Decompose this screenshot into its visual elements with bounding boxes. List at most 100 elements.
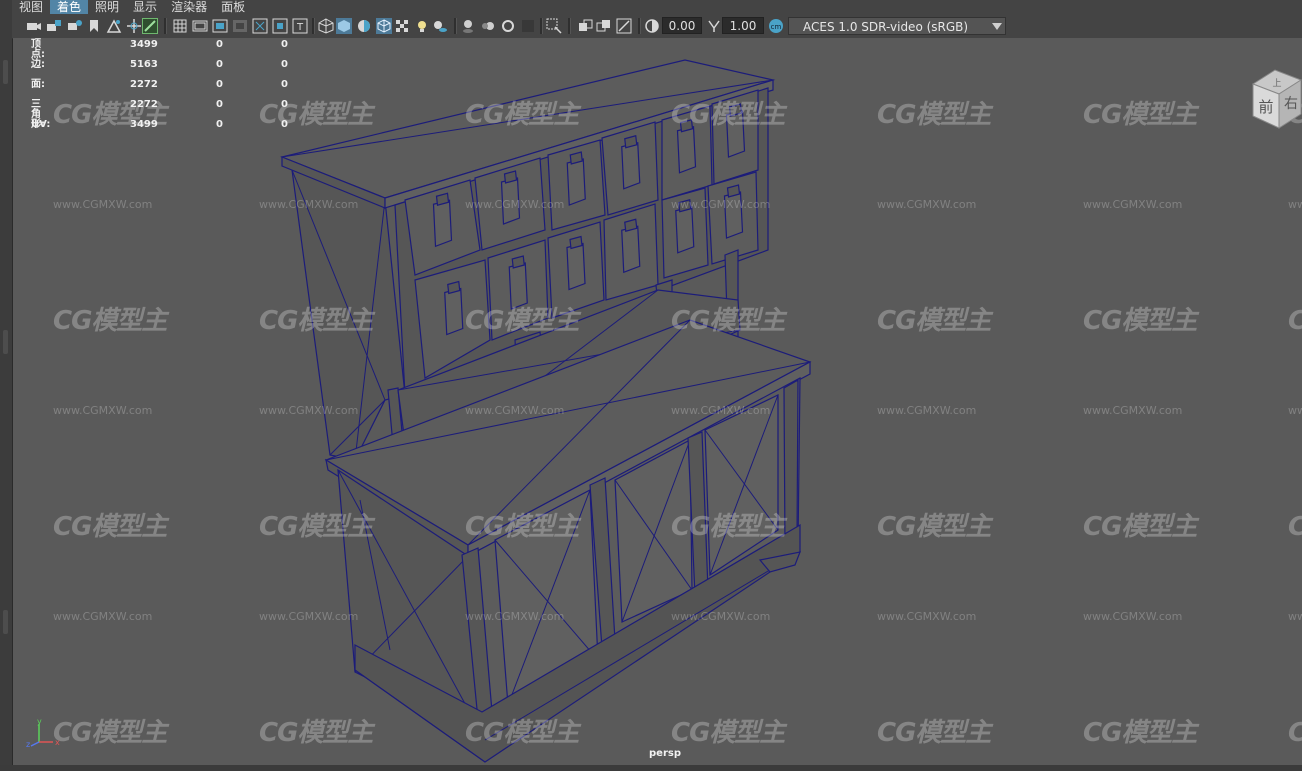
hud-value: 3499 bbox=[130, 119, 158, 130]
watermark-url: www.CGMXW.com bbox=[53, 404, 153, 417]
camera-attributes-icon[interactable] bbox=[46, 18, 62, 34]
toolbox-handle[interactable] bbox=[3, 330, 8, 354]
hud-value: 0 bbox=[281, 59, 288, 70]
textured-icon[interactable] bbox=[394, 18, 410, 34]
svg-text:cm: cm bbox=[771, 23, 782, 31]
left-toolbox-strip bbox=[0, 0, 13, 771]
resolution-gate-icon[interactable] bbox=[212, 18, 228, 34]
drawer-label-plate bbox=[675, 205, 695, 254]
watermark-brand: CG模型主 bbox=[53, 718, 167, 748]
maya-viewport-panel: 视图 着色 照明 显示 渲染器 面板 T 0.00 1.00 cm ACES 1… bbox=[0, 0, 1302, 771]
use-all-lights-icon[interactable] bbox=[414, 18, 430, 34]
panel-toolbar: T 0.00 1.00 cm ACES 1.0 SDR-video (sRGB) bbox=[12, 14, 1302, 39]
watermark-url: www.CGMXW.com bbox=[877, 610, 977, 623]
watermark-brand: CG模型主 bbox=[465, 512, 579, 542]
watermark-url: www.CGMXW.com bbox=[877, 198, 977, 211]
menu-item[interactable]: 显示 bbox=[126, 0, 164, 14]
watermark-brand: CG模型主 bbox=[259, 718, 373, 748]
default-material-icon[interactable] bbox=[356, 18, 372, 34]
watermark-brand: CG模型主 bbox=[465, 100, 579, 130]
watermark-brand: CG模型主 bbox=[1288, 300, 1302, 337]
watermark-url: www.CGMXW.com bbox=[671, 198, 771, 211]
watermark-brand: CG模型主 bbox=[53, 306, 167, 336]
hud-label: 面: bbox=[31, 79, 45, 90]
hud-value: 5163 bbox=[130, 59, 158, 70]
xray-joints-icon[interactable] bbox=[616, 18, 632, 34]
motion-blur-icon[interactable] bbox=[480, 18, 496, 34]
hud-value: 0 bbox=[281, 99, 288, 110]
watermark-brand: CG模型主 bbox=[259, 512, 373, 542]
wireframe-on-shaded-icon[interactable] bbox=[376, 18, 392, 34]
axis-x-label: x bbox=[55, 738, 60, 747]
hud-value: 0 bbox=[216, 119, 223, 130]
image-plane-icon[interactable] bbox=[106, 18, 122, 34]
watermark-brand: CG模型主 bbox=[671, 306, 785, 336]
safe-action-icon[interactable] bbox=[272, 18, 288, 34]
hud-value: 0 bbox=[281, 39, 288, 50]
menu-item[interactable]: 渲染器 bbox=[164, 0, 214, 14]
watermark-brand: CG模型主 bbox=[877, 306, 991, 336]
wireframe-icon[interactable] bbox=[318, 18, 334, 34]
svg-text:T: T bbox=[296, 22, 304, 33]
watermark-url: www.CGMXW.com bbox=[1083, 610, 1183, 623]
gate-mask-icon[interactable] bbox=[232, 18, 248, 34]
watermark-brand: CG模型主 bbox=[465, 718, 579, 748]
hud-value: 0 bbox=[281, 119, 288, 130]
shadows-icon[interactable] bbox=[432, 18, 448, 34]
xray-icon[interactable] bbox=[578, 18, 594, 34]
gamma-field[interactable]: 1.00 bbox=[722, 17, 764, 34]
watermark-url: www.CGMXW.com bbox=[53, 610, 153, 623]
watermark-brand: CG模型主 bbox=[53, 512, 167, 542]
isolate-select-icon[interactable] bbox=[546, 18, 562, 34]
drawer-label-plate bbox=[621, 141, 641, 190]
chevron-down-icon bbox=[992, 23, 1002, 30]
smooth-shade-icon[interactable] bbox=[336, 18, 352, 34]
gamma-icon[interactable] bbox=[706, 18, 722, 34]
depth-of-field-icon[interactable] bbox=[520, 18, 536, 34]
hud-value: 0 bbox=[216, 99, 223, 110]
drawer-label-plate bbox=[676, 125, 697, 174]
watermark-url: www.CGMXW.com bbox=[465, 404, 565, 417]
exposure-field[interactable]: 0.00 bbox=[662, 17, 702, 34]
watermark-url: www.CGMXW.com bbox=[671, 404, 771, 417]
screen-space-ao-icon[interactable] bbox=[460, 18, 476, 34]
drawer-label-plate bbox=[566, 242, 586, 291]
watermark-url: www.CGMXW.com bbox=[465, 610, 565, 623]
watermark-brand: CG模型主 bbox=[1083, 306, 1197, 336]
bookmark-icon[interactable] bbox=[86, 18, 102, 34]
watermark-brand: CG模型主 bbox=[259, 100, 373, 130]
menu-item[interactable]: 着色 bbox=[50, 0, 89, 14]
toolbox-handle[interactable] bbox=[3, 610, 8, 634]
watermark-brand: CG模型主 bbox=[1083, 512, 1197, 542]
menu-item[interactable]: 视图 bbox=[12, 0, 50, 14]
watermark-url: www.CGMXW.com bbox=[877, 404, 977, 417]
viewcube-top-label: 上 bbox=[1272, 78, 1281, 89]
watermark-url: www.CGMXW.com bbox=[1083, 198, 1183, 211]
watermark-url: www.CGMXW.com bbox=[259, 610, 359, 623]
menu-item[interactable]: 面板 bbox=[214, 0, 252, 14]
exposure-icon[interactable] bbox=[644, 18, 660, 34]
bookmark-camera-icon[interactable] bbox=[66, 18, 82, 34]
view-transform-icon[interactable]: cm bbox=[768, 18, 784, 34]
film-gate-icon[interactable] bbox=[192, 18, 208, 34]
multisample-aa-icon[interactable] bbox=[500, 18, 516, 34]
3d-viewport[interactable]: CG模型主 CG模型主 CG模型主 CG模型主 CG模型主 CG模型主 CG模型主 CG模型主… bbox=[13, 38, 1302, 765]
grease-pencil-icon[interactable] bbox=[126, 18, 142, 34]
drawer-label-plate bbox=[432, 199, 453, 248]
field-chart-icon[interactable] bbox=[252, 18, 268, 34]
watermark-brand: CG模型主 bbox=[259, 306, 373, 336]
select-camera-icon[interactable] bbox=[26, 18, 42, 34]
2d-pan-zoom-icon[interactable] bbox=[142, 18, 158, 34]
safe-title-icon[interactable]: T bbox=[292, 18, 308, 34]
xray-active-components-icon[interactable] bbox=[596, 18, 612, 34]
watermark-url: www.CGMXW.com bbox=[465, 198, 565, 211]
hud-label: 边: bbox=[31, 59, 45, 70]
grid-icon[interactable] bbox=[172, 18, 188, 34]
menu-item[interactable]: 照明 bbox=[88, 0, 126, 14]
camera-name-label: persp bbox=[649, 748, 681, 759]
toolbox-handle[interactable] bbox=[3, 60, 8, 84]
viewcube[interactable]: 前 右 上 bbox=[1235, 64, 1302, 136]
watermark-brand: CG模型主 bbox=[671, 100, 785, 130]
watermark-url: www.CGMXW.com bbox=[1083, 404, 1183, 417]
color-management-select[interactable]: ACES 1.0 SDR-video (sRGB) bbox=[788, 17, 1006, 35]
